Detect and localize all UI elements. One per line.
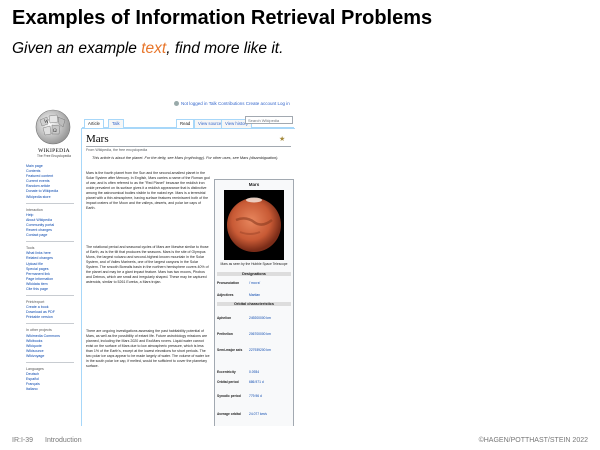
- article-paragraph: There are ongoing investigations assessi…: [86, 329, 210, 369]
- article-paragraph: The rotational period and seasonal cycle…: [86, 245, 209, 285]
- subtitle-accent-word: text: [141, 40, 167, 57]
- infobox-section-head: Orbital characteristics: [217, 302, 291, 306]
- wikipedia-tagline: The Free Encyclopedia: [37, 154, 71, 158]
- svg-text:Ω: Ω: [53, 129, 57, 134]
- infobox-section-head: Designations: [217, 272, 291, 276]
- tab-article[interactable]: Article: [84, 119, 104, 128]
- slide-number: IR:I-39: [12, 437, 34, 444]
- article-from-line: From Wikipedia, the free encyclopedia: [86, 148, 148, 152]
- article-title: Mars: [86, 133, 109, 145]
- search-input[interactable]: Search Wikipedia: [245, 116, 293, 124]
- sidebar-item[interactable]: Italiano: [26, 387, 78, 392]
- sidebar-item[interactable]: Cite this page: [26, 287, 78, 292]
- svg-text:W: W: [44, 120, 49, 125]
- copyright: ©HAGEN/POTTHAST/STEIN 2022: [478, 437, 588, 444]
- sidebar-item[interactable]: Printable version: [26, 315, 78, 320]
- tab-talk[interactable]: Talk: [108, 119, 124, 128]
- slide-footer-left: IR:I-39 Introduction: [12, 437, 82, 444]
- article-content: Mars ★ From Wikipedia, the free encyclop…: [81, 128, 295, 426]
- wikipedia-screenshot: Not logged in Talk Contributions Create …: [24, 96, 296, 426]
- section-name: Introduction: [45, 437, 82, 444]
- slide-subtitle: Given an example text, find more like it…: [12, 40, 283, 58]
- wikipedia-globe-logo[interactable]: W Ω: [30, 106, 76, 148]
- tab-read[interactable]: Read: [176, 119, 195, 128]
- hatnote: This article is about the planet. For th…: [92, 156, 279, 160]
- sidebar-item[interactable]: Wikipedia store: [26, 195, 78, 200]
- article-paragraph: Mars is the fourth planet from the Sun a…: [86, 171, 210, 211]
- subtitle-suffix: , find more like it.: [166, 40, 284, 57]
- slide-title: Examples of Information Retrieval Proble…: [12, 7, 433, 29]
- infobox-caption: Mars as seen by the Hubble Space Telesco…: [220, 262, 288, 266]
- personal-links[interactable]: Not logged in Talk Contributions Create …: [181, 101, 290, 106]
- infobox-title: Mars: [248, 182, 260, 187]
- sidebar-item[interactable]: Wikivoyage: [26, 354, 78, 359]
- infobox: Mars Mars as seen by the Hubble Space Te…: [214, 179, 294, 426]
- mars-image[interactable]: [224, 190, 284, 260]
- user-icon: [174, 101, 179, 107]
- subtitle-prefix: Given an example: [12, 40, 142, 57]
- personal-toolbar: Not logged in Talk Contributions Create …: [174, 101, 292, 109]
- sidebar-item[interactable]: Contact page: [26, 233, 78, 238]
- sidebar: Main page Contents Featured content Curr…: [26, 164, 78, 392]
- featured-star-icon: ★: [279, 136, 286, 143]
